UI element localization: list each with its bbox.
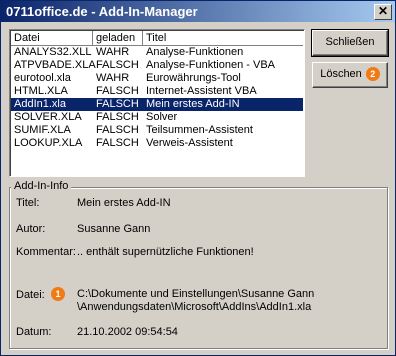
close-button[interactable]: Schließen [311,29,389,57]
close-icon[interactable]: ✕ [374,4,392,20]
row-loaded: FALSCH [96,59,139,71]
row-file: SUMIF.XLA [14,124,71,136]
row-loaded: WAHR [96,46,130,58]
row-loaded: WAHR [96,72,130,84]
add-in-manager-dialog: 0711office.de - Add-In-Manager ✕ Datei g… [0,0,396,356]
group-title: Add-In-Info [11,180,72,192]
column-header-geladen[interactable]: geladen [93,31,143,45]
close-button-label: Schließen [325,36,375,48]
list-row[interactable]: ANALYS32.XLL WAHR Analyse-Funktionen [11,46,303,59]
row-title: Solver [146,111,178,123]
row-loaded: FALSCH [96,124,139,136]
add-in-info-group [9,187,388,349]
title-value: Mein erstes Add-IN [77,197,171,209]
list-row[interactable]: LOOKUP.XLA FALSCH Verweis-Assistent [11,137,303,150]
row-title: Analyse-Funktionen [146,46,244,58]
row-title: Internet-Assistent VBA [146,85,257,97]
list-row[interactable]: ATPVBADE.XLA FALSCH Analyse-Funktionen - V… [11,59,303,72]
list-row[interactable]: eurotool.xla WAHR Eurowährungs-Tool [11,72,303,85]
row-file: eurotool.xla [14,72,71,84]
column-header-titel[interactable]: Titel [143,31,303,45]
title-label: Titel: [16,197,40,209]
callout-badge-2: 2 [365,67,380,82]
row-file: SOLVER.XLA [14,111,82,123]
file-path-line1: C:\Dokumente und Einstellungen\Susanne G… [77,288,315,300]
row-file: ATPVBADE.XLA [14,59,96,71]
comment-label: Kommentar: [16,246,76,258]
comment-value: .. enthält supernützliche Funktionen! [77,246,254,258]
row-file: LOOKUP.XLA [14,137,83,149]
list-row[interactable]: HTML.XLA FALSCH Internet-Assistent VBA [11,85,303,98]
date-value: 21.10.2002 09:54:54 [77,326,178,338]
row-loaded: FALSCH [96,111,139,123]
row-title: Eurowährungs-Tool [146,72,241,84]
date-label: Datum: [16,326,52,338]
row-title: Mein erstes Add-IN [146,98,240,110]
list-header: Datei geladen Titel [11,31,303,46]
delete-button-label: Löschen [320,68,362,80]
file-path-line2: \Anwendungsdaten\Microsoft\AddIns\AddIn1… [77,301,312,313]
row-title: Verweis-Assistent [146,137,233,149]
author-label: Autor: [16,223,46,235]
title-bar[interactable]: 0711office.de - Add-In-Manager ✕ [1,1,395,22]
list-row[interactable]: SOLVER.XLA FALSCH Solver [11,111,303,124]
window-title: 0711office.de - Add-In-Manager [6,4,198,19]
row-file: HTML.XLA [14,85,68,97]
list-row[interactable]: AddIn1.xla FALSCH Mein erstes Add-IN [11,98,303,111]
row-loaded: FALSCH [96,137,139,149]
row-loaded: FALSCH [96,98,139,110]
author-value: Susanne Gann [77,223,151,235]
row-loaded: FALSCH [96,85,139,97]
file-label: Datei: [16,289,45,301]
column-header-datei[interactable]: Datei [11,31,93,45]
row-title: Teilsummen-Assistent [146,124,253,136]
row-file: AddIn1.xla [14,98,66,110]
row-title: Analyse-Funktionen - VBA [146,59,276,71]
delete-button[interactable]: Löschen 2 [312,62,388,88]
list-row[interactable]: SUMIF.XLA FALSCH Teilsummen-Assistent [11,124,303,137]
row-file: ANALYS32.XLL [14,46,92,58]
add-in-list[interactable]: Datei geladen Titel ANALYS32.XLL WAHR Anal… [9,29,305,177]
callout-badge-1: 1 [51,287,65,301]
